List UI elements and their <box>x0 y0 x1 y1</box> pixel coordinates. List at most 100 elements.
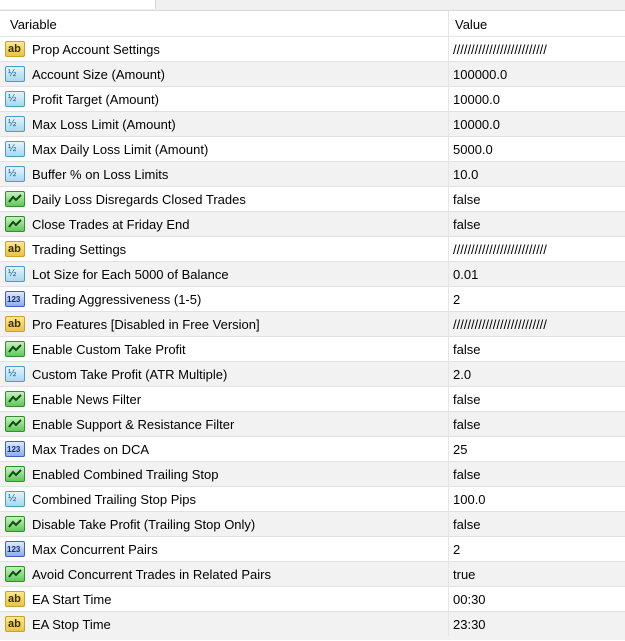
parameter-name: Profit Target (Amount) <box>32 92 159 107</box>
parameter-row[interactable]: 123 Max Concurrent Pairs 2 <box>0 537 625 562</box>
column-separator <box>448 162 449 187</box>
parameter-value[interactable]: 100000.0 <box>453 67 507 82</box>
string-type-icon: ab <box>5 241 25 257</box>
inputs-grid: Variable Value ab Prop Account Settings //… <box>0 10 625 641</box>
bool-type-icon <box>5 466 25 482</box>
column-separator[interactable] <box>448 11 449 36</box>
parameter-row[interactable]: ½ Max Daily Loss Limit (Amount) 5000.0 <box>0 137 625 162</box>
string-type-icon: ab <box>5 316 25 332</box>
parameter-row[interactable]: 123 Max Trades on DCA 25 <box>0 437 625 462</box>
parameter-name: Enabled Combined Trailing Stop <box>32 467 219 482</box>
parameter-value[interactable]: false <box>453 217 480 232</box>
bool-type-icon <box>5 191 25 207</box>
parameter-row[interactable]: Enable Custom Take Profit false <box>0 337 625 362</box>
parameter-row[interactable]: ab Pro Features [Disabled in Free Version… <box>0 312 625 337</box>
parameter-row[interactable]: ½ Custom Take Profit (ATR Multiple) 2.0 <box>0 362 625 387</box>
bool-type-icon <box>5 566 25 582</box>
top-strip <box>0 0 625 10</box>
parameter-row[interactable]: ab Trading Settings //////////////////////… <box>0 237 625 262</box>
parameter-value[interactable]: 10000.0 <box>453 92 500 107</box>
parameter-value[interactable]: 2 <box>453 542 460 557</box>
parameter-row[interactable]: ½ Combined Trailing Stop Pips 100.0 <box>0 487 625 512</box>
column-separator <box>448 612 449 637</box>
parameter-value[interactable]: ////////////////////////// <box>453 42 547 57</box>
column-separator <box>448 587 449 612</box>
parameter-name: Disable Take Profit (Trailing Stop Only) <box>32 517 256 532</box>
double-type-icon: ½ <box>5 141 25 157</box>
column-separator <box>448 287 449 312</box>
parameter-row[interactable]: Close Trades at Friday End false <box>0 212 625 237</box>
value-column-header[interactable]: Value <box>455 17 487 32</box>
parameter-value[interactable]: 2 <box>453 292 460 307</box>
double-type-icon: ½ <box>5 266 25 282</box>
bool-type-icon <box>5 391 25 407</box>
column-separator <box>448 462 449 487</box>
parameter-value[interactable]: false <box>453 342 480 357</box>
parameter-value[interactable]: 00:30 <box>453 592 486 607</box>
grid-rows: ab Prop Account Settings /////////////////… <box>0 37 625 637</box>
parameter-name: Trading Aggressiveness (1-5) <box>32 292 202 307</box>
parameter-name: Custom Take Profit (ATR Multiple) <box>32 367 228 382</box>
parameter-row[interactable]: ab EA Stop Time 23:30 <box>0 612 625 637</box>
parameter-name: Enable Custom Take Profit <box>32 342 186 357</box>
parameter-row[interactable]: ab Prop Account Settings /////////////////… <box>0 37 625 62</box>
parameter-name: Daily Loss Disregards Closed Trades <box>32 192 246 207</box>
parameter-value[interactable]: false <box>453 417 480 432</box>
parameter-name: Enable News Filter <box>32 392 142 407</box>
parameter-name: Max Concurrent Pairs <box>32 542 158 557</box>
parameter-name: Enable Support & Resistance Filter <box>32 417 235 432</box>
parameter-value[interactable]: 5000.0 <box>453 142 493 157</box>
column-separator <box>448 437 449 462</box>
bool-type-icon <box>5 216 25 232</box>
parameter-name: Max Loss Limit (Amount) <box>32 117 176 132</box>
bool-type-icon <box>5 516 25 532</box>
parameter-name: Max Trades on DCA <box>32 442 150 457</box>
column-separator <box>448 187 449 212</box>
parameter-value[interactable]: 23:30 <box>453 617 486 632</box>
parameter-value[interactable]: 2.0 <box>453 367 471 382</box>
double-type-icon: ½ <box>5 491 25 507</box>
parameter-row[interactable]: Avoid Concurrent Trades in Related Pairs… <box>0 562 625 587</box>
parameter-row[interactable]: Disable Take Profit (Trailing Stop Only)… <box>0 512 625 537</box>
parameter-name: Max Daily Loss Limit (Amount) <box>32 142 209 157</box>
parameter-value[interactable]: ////////////////////////// <box>453 242 547 257</box>
double-type-icon: ½ <box>5 116 25 132</box>
column-separator <box>448 62 449 87</box>
double-type-icon: ½ <box>5 91 25 107</box>
parameter-name: Avoid Concurrent Trades in Related Pairs <box>32 567 271 582</box>
bottom-edge <box>0 636 625 640</box>
parameter-row[interactable]: Daily Loss Disregards Closed Trades false <box>0 187 625 212</box>
variable-column-header[interactable]: Variable <box>10 17 57 32</box>
column-separator <box>448 262 449 287</box>
parameter-value[interactable]: 100.0 <box>453 492 486 507</box>
parameter-row[interactable]: ½ Max Loss Limit (Amount) 10000.0 <box>0 112 625 137</box>
parameter-value[interactable]: ////////////////////////// <box>453 317 547 332</box>
parameter-row[interactable]: 123 Trading Aggressiveness (1-5) 2 <box>0 287 625 312</box>
string-type-icon: ab <box>5 41 25 57</box>
parameter-row[interactable]: Enabled Combined Trailing Stop false <box>0 462 625 487</box>
parameter-row[interactable]: Enable News Filter false <box>0 387 625 412</box>
integer-type-icon: 123 <box>5 291 25 307</box>
parameter-row[interactable]: ½ Buffer % on Loss Limits 10.0 <box>0 162 625 187</box>
column-separator <box>448 387 449 412</box>
double-type-icon: ½ <box>5 166 25 182</box>
parameter-value[interactable]: false <box>453 467 480 482</box>
parameter-value[interactable]: false <box>453 517 480 532</box>
parameter-row[interactable]: ab EA Start Time 00:30 <box>0 587 625 612</box>
parameter-value[interactable]: false <box>453 192 480 207</box>
parameter-row[interactable]: ½ Account Size (Amount) 100000.0 <box>0 62 625 87</box>
parameter-value[interactable]: false <box>453 392 480 407</box>
parameter-value[interactable]: 25 <box>453 442 467 457</box>
parameter-row[interactable]: ½ Lot Size for Each 5000 of Balance 0.01 <box>0 262 625 287</box>
parameter-name: Pro Features [Disabled in Free Version] <box>32 317 260 332</box>
parameter-name: Buffer % on Loss Limits <box>32 167 169 182</box>
string-type-icon: ab <box>5 591 25 607</box>
parameter-value[interactable]: true <box>453 567 475 582</box>
parameter-value[interactable]: 10000.0 <box>453 117 500 132</box>
parameter-row[interactable]: Enable Support & Resistance Filter false <box>0 412 625 437</box>
parameter-name: Trading Settings <box>32 242 127 257</box>
parameter-value[interactable]: 0.01 <box>453 267 478 282</box>
parameter-value[interactable]: 10.0 <box>453 167 478 182</box>
parameter-row[interactable]: ½ Profit Target (Amount) 10000.0 <box>0 87 625 112</box>
column-separator <box>448 487 449 512</box>
